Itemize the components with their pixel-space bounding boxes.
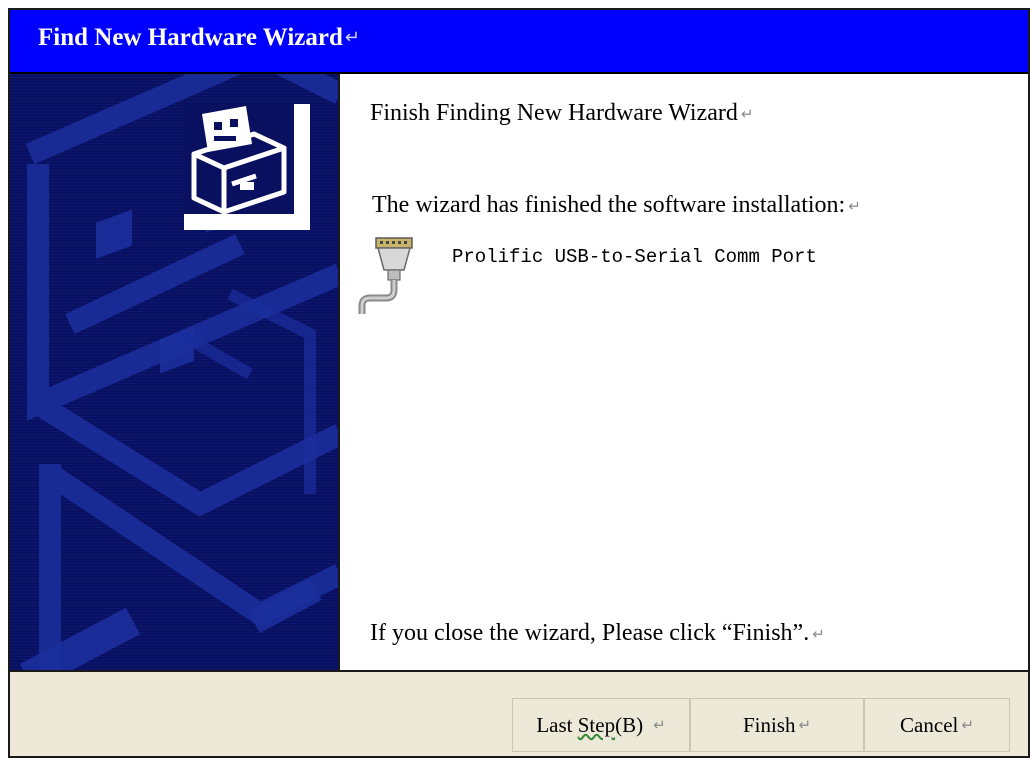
window-title: Find New Hardware Wizard ↵ [38, 24, 360, 52]
finish-button-label: Finish [742, 712, 796, 737]
cancel-button-label: Cancel [900, 712, 959, 737]
back-button-prefix: Last [536, 712, 578, 737]
paragraph-mark-icon: ↵ [344, 27, 360, 47]
back-button-underlined: Step [577, 712, 616, 737]
close-instruction-text: If you close the wizard, Please click “F… [370, 620, 810, 646]
installed-device: Prolific USB-to-Serial Comm Port [356, 236, 996, 316]
status-message-text: The wizard has finished the software ins… [372, 192, 846, 218]
wizard-window: Find New Hardware Wizard ↵ Finish Findin… [8, 8, 1030, 758]
device-name: Prolific USB-to-Serial Comm Port [452, 246, 817, 268]
finish-paragraph-mark-icon: ↵ [798, 717, 812, 734]
cancel-paragraph-mark-icon: ↵ [961, 717, 974, 734]
wizard-content: Finish Finding New Hardware Wizard ↵ The … [340, 74, 1028, 670]
back-button[interactable]: Last Step (B) ↵ [512, 698, 690, 752]
heading-paragraph-mark-icon: ↵ [740, 107, 754, 123]
close-instruction: If you close the wizard, Please click “F… [370, 620, 825, 647]
note-paragraph-mark-icon: ↵ [812, 627, 825, 643]
button-bar: Last Step (B) ↵ Finish ↵ Cancel ↵ [10, 670, 1028, 756]
back-button-suffix: (B) [615, 712, 644, 737]
page-heading-text: Finish Finding New Hardware Wizard [370, 100, 738, 126]
wizard-banner [10, 74, 340, 670]
hardware-drawer-icon [184, 104, 310, 230]
serial-port-icon [356, 236, 428, 314]
status-message: The wizard has finished the software ins… [372, 192, 861, 219]
cancel-button[interactable]: Cancel ↵ [864, 698, 1010, 752]
message-paragraph-mark-icon: ↵ [848, 199, 861, 215]
back-paragraph-mark-icon: ↵ [653, 717, 666, 734]
title-bar[interactable]: Find New Hardware Wizard ↵ [10, 10, 1028, 74]
page-heading: Finish Finding New Hardware Wizard ↵ [370, 100, 753, 127]
finish-button[interactable]: Finish ↵ [690, 698, 864, 752]
window-title-text: Find New Hardware Wizard [38, 24, 343, 51]
